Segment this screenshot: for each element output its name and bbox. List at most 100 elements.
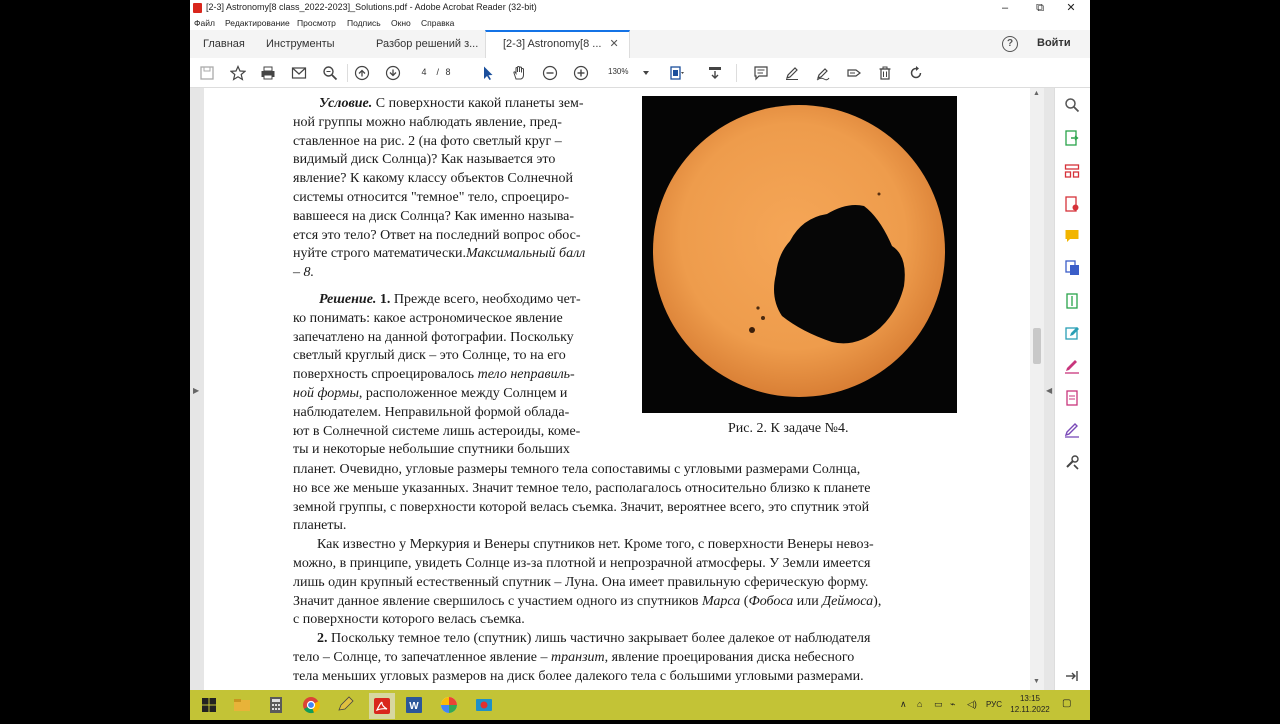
edit-pdf-icon[interactable] bbox=[1064, 325, 1080, 341]
document-text-line: светлый круглый диск – это Солнце, то на… bbox=[293, 348, 566, 364]
organize-pages-icon[interactable] bbox=[1064, 163, 1080, 179]
zoom-in-icon[interactable] bbox=[572, 64, 590, 82]
menu-view[interactable]: Просмотр bbox=[297, 18, 336, 28]
menu-help[interactable]: Справка bbox=[421, 18, 454, 28]
right-panel-toggle-icon[interactable]: ◀ bbox=[1046, 386, 1052, 395]
mail-icon[interactable] bbox=[290, 64, 308, 82]
document-text-line: нуйте строго математически.Максимальный … bbox=[293, 246, 586, 262]
comment-panel-icon[interactable] bbox=[1064, 228, 1080, 244]
print-icon[interactable] bbox=[259, 64, 277, 82]
fill-sign-icon[interactable] bbox=[845, 64, 863, 82]
fit-page-icon[interactable] bbox=[668, 64, 686, 82]
photos-icon[interactable] bbox=[440, 696, 458, 714]
document-text-line: планет. Очевидно, угловые размеры темног… bbox=[293, 462, 861, 477]
document-text-line: ко понимать: какое астрономическое явлен… bbox=[293, 310, 563, 326]
combine-files-icon[interactable] bbox=[1064, 260, 1080, 276]
zoom-search-icon[interactable] bbox=[321, 64, 339, 82]
pdf-page[interactable]: Рис. 2. К задаче №4. Условие. С поверхно… bbox=[204, 88, 1030, 690]
acrobat-window: [2-3] Astronomy[8 class_2022-2023]_Solut… bbox=[190, 0, 1090, 690]
close-button[interactable]: ✕ bbox=[1056, 0, 1086, 16]
fill-sign-panel-icon[interactable] bbox=[1064, 422, 1080, 438]
start-icon[interactable] bbox=[200, 696, 218, 714]
calculator-icon[interactable] bbox=[267, 696, 285, 714]
maximize-button[interactable]: ⧉ bbox=[1025, 0, 1055, 16]
minimize-button[interactable]: – bbox=[990, 0, 1020, 16]
search-icon[interactable] bbox=[1064, 97, 1080, 113]
screen-recorder-icon[interactable] bbox=[475, 696, 493, 714]
help-icon[interactable]: ? bbox=[1002, 36, 1018, 52]
window-title: [2-3] Astronomy[8 class_2022-2023]_Solut… bbox=[206, 2, 537, 12]
file-explorer-icon[interactable] bbox=[233, 696, 251, 714]
tab-close-icon[interactable]: ✕ bbox=[609, 38, 618, 50]
scroll-up-icon[interactable]: ▲ bbox=[1033, 90, 1040, 97]
figure-caption: Рис. 2. К задаче №4. bbox=[728, 421, 849, 436]
left-panel-toggle-icon[interactable]: ▶ bbox=[193, 386, 199, 395]
page-current[interactable]: 4 bbox=[418, 67, 430, 77]
highlight-pen-icon[interactable] bbox=[783, 64, 801, 82]
delete-icon[interactable] bbox=[876, 64, 894, 82]
tab-bar: Главная Инструменты Разбор решений з... … bbox=[190, 30, 1090, 59]
zoom-level[interactable]: 130% bbox=[608, 67, 628, 76]
rotate-icon[interactable] bbox=[907, 64, 925, 82]
hand-tool-icon[interactable] bbox=[510, 64, 528, 82]
title-bar: [2-3] Astronomy[8 class_2022-2023]_Solut… bbox=[190, 0, 1090, 16]
save-icon[interactable] bbox=[198, 64, 216, 82]
document-text-line: Значит данное явление свершилось с участ… bbox=[293, 593, 882, 609]
tab-home[interactable]: Главная bbox=[203, 30, 245, 58]
page-up-icon[interactable] bbox=[353, 64, 371, 82]
input-language[interactable]: РУС bbox=[986, 700, 1002, 709]
draw-icon[interactable] bbox=[814, 64, 832, 82]
star-icon[interactable] bbox=[229, 64, 247, 82]
menu-file[interactable]: Файл bbox=[194, 18, 215, 28]
menu-sign[interactable]: Подпись bbox=[347, 18, 381, 28]
page-down-icon[interactable] bbox=[384, 64, 402, 82]
document-text-line: – 8. bbox=[293, 265, 314, 281]
sunspot bbox=[761, 316, 765, 320]
sunspot bbox=[756, 306, 760, 310]
network-icon[interactable]: ⌁ bbox=[950, 699, 955, 710]
document-text-line: наблюдателем. Неправильной формой облада… bbox=[293, 404, 570, 420]
acrobat-taskbar-icon[interactable] bbox=[369, 693, 395, 719]
login-button[interactable]: Войти bbox=[1037, 37, 1071, 49]
vertical-scrollbar[interactable]: ▲ ▼ bbox=[1030, 88, 1044, 690]
scroll-down-icon[interactable]: ▼ bbox=[1033, 678, 1040, 685]
sunspot bbox=[877, 192, 881, 196]
notepad-icon[interactable] bbox=[336, 696, 354, 714]
page-number[interactable]: 4 / 8 bbox=[418, 67, 450, 77]
tab-document-1[interactable]: Разбор решений з... bbox=[376, 30, 478, 58]
document-text-line: ной формы, расположенное между Солнцем и bbox=[293, 386, 568, 401]
scroll-mode-icon[interactable] bbox=[706, 64, 724, 82]
volume-icon[interactable]: ◁) bbox=[967, 699, 977, 710]
create-pdf-icon[interactable] bbox=[1064, 196, 1080, 212]
document-text-line: Условие. С поверхности какой планеты зем… bbox=[319, 96, 584, 111]
document-text-line: вавшееся на диск Солнца? Как именно назы… bbox=[293, 208, 575, 224]
taskbar: W ∧ ⌂ ▭ ⌁ ◁) РУС 13:15 12.11.2022 ▢ bbox=[190, 690, 1090, 720]
compress-icon[interactable] bbox=[1064, 293, 1080, 309]
zoom-out-icon[interactable] bbox=[541, 64, 559, 82]
tray-overflow-icon[interactable]: ∧ bbox=[900, 699, 907, 710]
more-tools-icon[interactable] bbox=[1064, 454, 1080, 470]
export-pdf-icon[interactable] bbox=[1064, 130, 1080, 146]
scrollbar-thumb[interactable] bbox=[1033, 328, 1041, 364]
word-icon[interactable]: W bbox=[405, 696, 423, 714]
document-text-line: ставленное на рис. 2 (на фото светлый кр… bbox=[293, 133, 562, 149]
chrome-icon[interactable] bbox=[302, 696, 320, 714]
tray-app-icon[interactable]: ⌂ bbox=[917, 699, 922, 709]
menu-window[interactable]: Окно bbox=[391, 18, 411, 28]
notifications-icon[interactable]: ▢ bbox=[1062, 698, 1071, 709]
tray-chat-icon[interactable]: ▭ bbox=[934, 699, 943, 710]
tab-document-active[interactable]: [2-3] Astronomy[8 ... ✕ bbox=[485, 30, 630, 59]
menu-edit[interactable]: Редактирование bbox=[225, 18, 290, 28]
zoom-dropdown-icon[interactable] bbox=[637, 64, 655, 82]
tab-tools[interactable]: Инструменты bbox=[266, 30, 335, 58]
clock[interactable]: 13:15 12.11.2022 bbox=[1008, 693, 1052, 715]
collapse-panel-icon[interactable] bbox=[1064, 668, 1080, 684]
document-area[interactable]: ▶ Рис. 2. К задаче №4. Условие. С поверх… bbox=[190, 88, 1054, 690]
toolbar-separator bbox=[347, 64, 348, 82]
sign-icon[interactable] bbox=[1064, 358, 1080, 374]
document-text-line: можно, в принципе, увидеть Солнце из-за … bbox=[293, 556, 871, 571]
comment-icon[interactable] bbox=[752, 64, 770, 82]
select-cursor-icon[interactable] bbox=[479, 64, 497, 82]
protect-icon[interactable] bbox=[1064, 390, 1080, 406]
document-text-line: ной группы можно наблюдать явление, пред… bbox=[293, 114, 562, 130]
